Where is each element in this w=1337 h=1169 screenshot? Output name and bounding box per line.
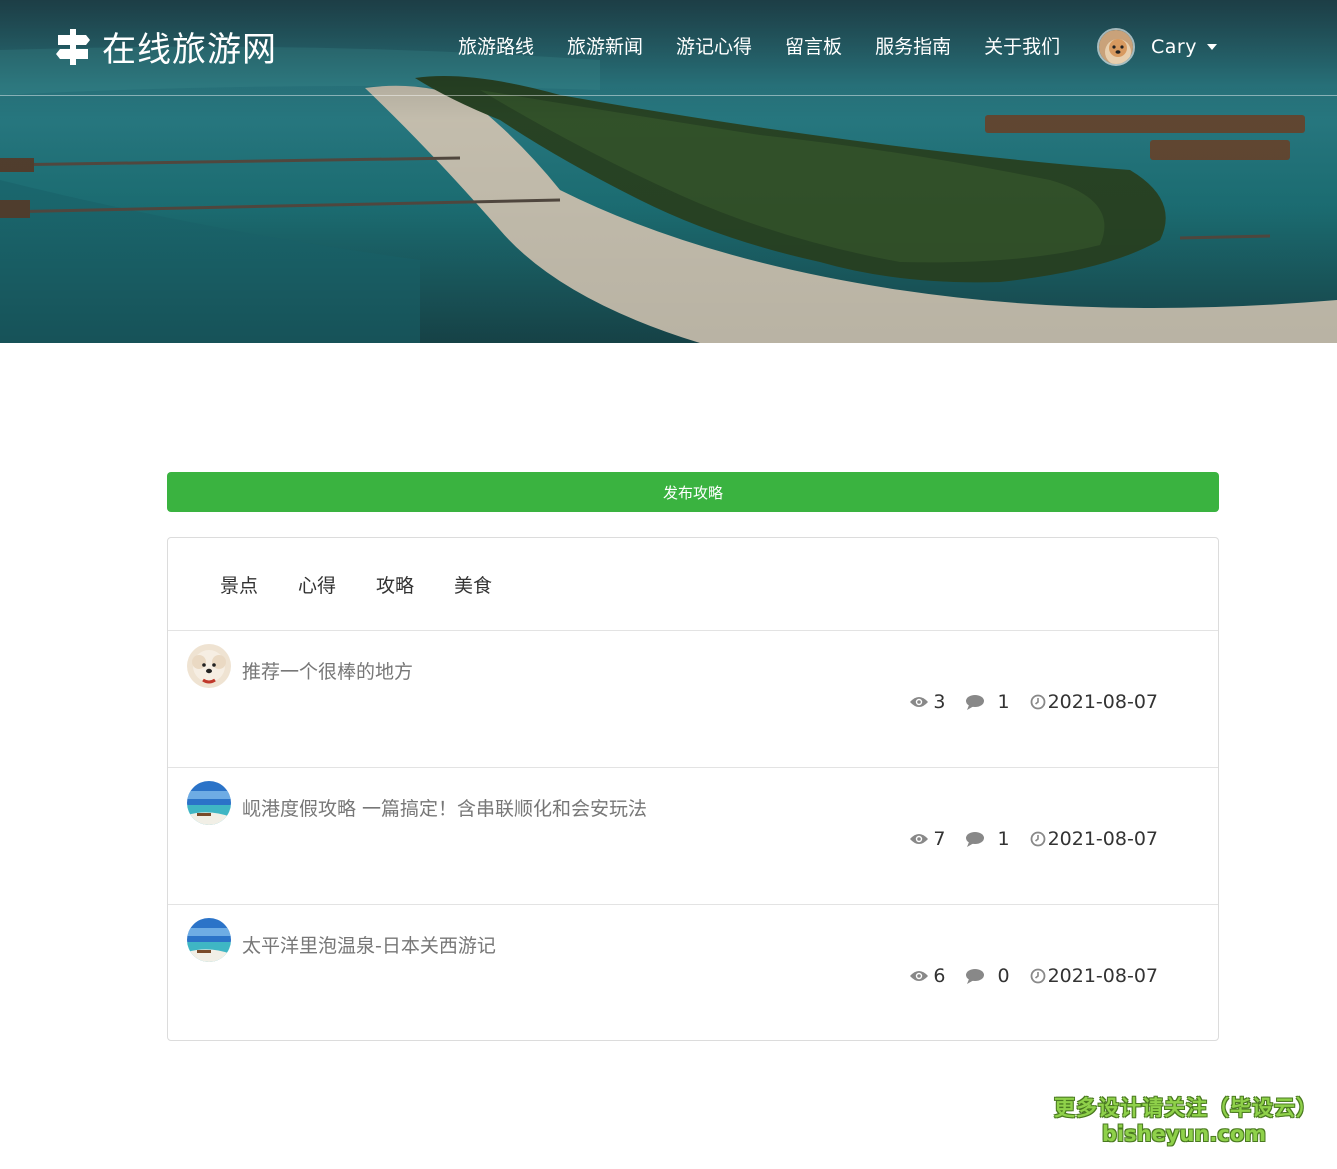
comment-icon (966, 695, 985, 710)
view-count: 3 (933, 691, 946, 713)
watermark: 更多设计请关注（毕设云） bisheyun.com (1054, 1092, 1318, 1146)
dog-avatar-icon (187, 644, 231, 688)
clock-icon (1030, 694, 1045, 710)
avatar (187, 644, 231, 688)
comment-count: 1 (997, 828, 1010, 850)
post-title[interactable]: 推荐一个很棒的地方 (242, 657, 413, 684)
beach-avatar-icon (187, 781, 231, 825)
nav-item-service-guide[interactable]: 服务指南 (875, 32, 951, 59)
avatar[interactable] (1097, 28, 1135, 66)
nav-item-travel-notes[interactable]: 游记心得 (676, 32, 752, 59)
eye-icon (910, 971, 929, 981)
comment-count: 0 (997, 965, 1010, 987)
view-count: 6 (933, 965, 946, 987)
brand[interactable]: 在线旅游网 (56, 22, 277, 71)
list-item: 岘港度假攻略 一篇搞定！含串联顺化和会安玩法 7 1 2021-08-07 (168, 768, 1218, 905)
watermark-line-2: bisheyun.com (1101, 1122, 1267, 1146)
post-panel: 景点 心得 攻略 美食 推荐一个很棒的地方 3 1 2021-08-07 岘港度… (167, 537, 1219, 1041)
view-count: 7 (933, 828, 946, 850)
publish-guide-button[interactable]: 发布攻略 (167, 472, 1219, 512)
comment-count: 1 (997, 691, 1010, 713)
post-date: 2021-08-07 (1047, 828, 1158, 850)
post-meta: 6 0 2021-08-07 (909, 965, 1158, 987)
tab-scenic-spots[interactable]: 景点 (220, 571, 258, 598)
nav-item-routes[interactable]: 旅游路线 (458, 32, 534, 59)
list-item: 太平洋里泡温泉-日本关西游记 6 0 2021-08-07 (168, 905, 1218, 1042)
brand-title: 在线旅游网 (102, 30, 277, 70)
nav-item-news[interactable]: 旅游新闻 (567, 32, 643, 59)
post-meta: 7 1 2021-08-07 (909, 828, 1158, 850)
nav-item-about-us[interactable]: 关于我们 (984, 32, 1060, 59)
comment-icon (966, 969, 985, 984)
beach-avatar-icon (187, 918, 231, 962)
user-menu[interactable]: Cary (1097, 28, 1217, 66)
avatar (187, 918, 231, 962)
eye-icon (910, 697, 929, 707)
post-title[interactable]: 太平洋里泡温泉-日本关西游记 (242, 931, 496, 958)
list-item: 推荐一个很棒的地方 3 1 2021-08-07 (168, 631, 1218, 768)
main-nav: 旅游路线 旅游新闻 游记心得 留言板 服务指南 关于我们 (458, 32, 1093, 59)
chevron-down-icon (1206, 44, 1217, 50)
watermark-line-1: 更多设计请关注（毕设云） (1054, 1096, 1318, 1120)
post-date: 2021-08-07 (1047, 965, 1158, 987)
eye-icon (910, 834, 929, 844)
tab-experiences[interactable]: 心得 (298, 571, 336, 598)
tab-guides[interactable]: 攻略 (376, 571, 414, 598)
avatar (187, 781, 231, 825)
comment-icon (966, 832, 985, 847)
user-name: Cary (1151, 36, 1197, 58)
post-date: 2021-08-07 (1047, 691, 1158, 713)
top-navbar: 在线旅游网 旅游路线 旅游新闻 游记心得 留言板 服务指南 关于我们 Cary (0, 0, 1337, 96)
category-tabs: 景点 心得 攻略 美食 (168, 538, 1218, 631)
nav-item-message-board[interactable]: 留言板 (785, 32, 842, 59)
post-meta: 3 1 2021-08-07 (909, 691, 1158, 713)
clock-icon (1030, 831, 1045, 847)
dog-avatar-icon (1099, 30, 1133, 64)
clock-icon (1030, 968, 1045, 984)
hero-banner: 在线旅游网 旅游路线 旅游新闻 游记心得 留言板 服务指南 关于我们 Cary (0, 0, 1337, 343)
signpost-icon (56, 28, 90, 65)
tab-food[interactable]: 美食 (454, 571, 492, 598)
post-title[interactable]: 岘港度假攻略 一篇搞定！含串联顺化和会安玩法 (242, 794, 647, 821)
